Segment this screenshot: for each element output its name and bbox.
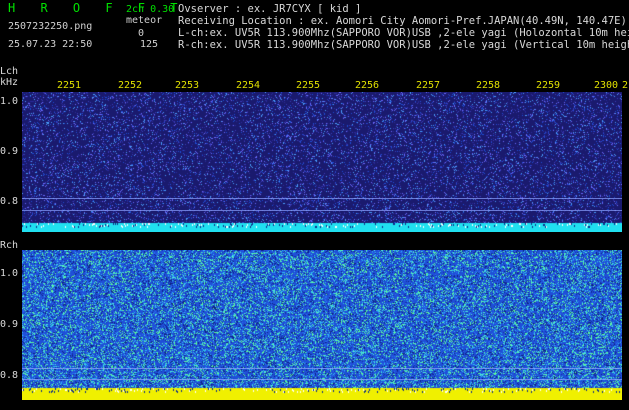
rch-ytick: 0.8 (0, 370, 19, 381)
lch-marker-line (22, 210, 622, 211)
rch-spectrogram-canvas (22, 250, 622, 400)
rch-marker-line (22, 379, 622, 380)
time-tick: 2254 (236, 80, 261, 91)
time-tick: 2253 (175, 80, 200, 91)
lch-ytick: 0.9 (0, 146, 19, 157)
time-tick: 2255 (296, 80, 321, 91)
rch-ytick: 1.0 (0, 268, 19, 279)
datetime: 25.07.23 22:50 (8, 39, 93, 50)
lch-spectrogram-canvas (22, 92, 622, 232)
lch-ytick: 0.8 (0, 196, 19, 207)
location-line: Receiving Location : ex. Aomori City Aom… (178, 15, 627, 27)
lch-unit: kHz (0, 77, 19, 88)
observer-line: Ovserver : ex. JR7CYX [ kid ] (178, 3, 362, 15)
lch-label: Lch (0, 66, 19, 77)
count-r: 125 (140, 39, 159, 50)
time-tick: 2252 (118, 80, 143, 91)
type-label: meteor (126, 15, 163, 26)
time-tick: 2259 (536, 80, 561, 91)
filename: 2507232250.png (8, 21, 93, 32)
rch-line: R-ch:ex. UV5R 113.900Mhz(SAPPORO VOR)USB… (178, 39, 629, 51)
rch-label: Rch (0, 240, 19, 251)
time-tick: 2256 (355, 80, 380, 91)
time-tick: 2300 (594, 80, 619, 91)
lch-ytick: 1.0 (0, 96, 19, 107)
rch-spectrogram[interactable] (22, 250, 622, 400)
lch-spectrogram[interactable] (22, 92, 622, 232)
lch-marker-line (22, 198, 622, 199)
rch-marker-line (22, 368, 622, 369)
time-tick: 2257 (416, 80, 441, 91)
time-tick: 2258 (476, 80, 501, 91)
time-tick: 2251 (57, 80, 82, 91)
time-tick: 2 (622, 80, 629, 91)
rch-ytick: 0.9 (0, 319, 19, 330)
lch-line: L-ch:ex. UV5R 113.900Mhz(SAPPORO VOR)USB… (178, 27, 629, 39)
